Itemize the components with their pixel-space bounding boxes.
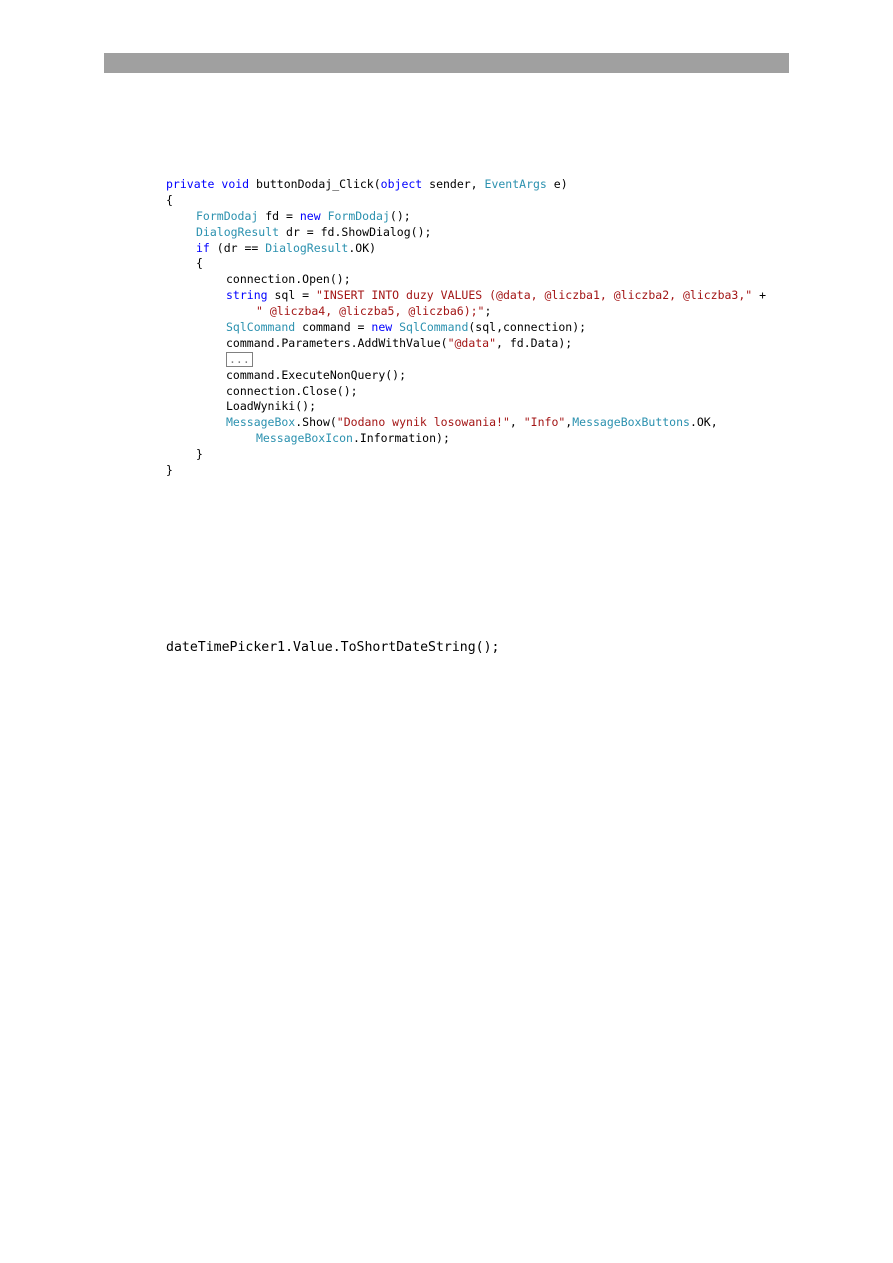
code-token: (dr == <box>209 240 266 255</box>
code-token: SqlCommand <box>226 320 296 335</box>
code-token: } <box>196 447 203 462</box>
code-token: sql = <box>267 288 317 303</box>
code-token: connection.Close(); <box>226 383 358 398</box>
code-line: " @liczba4, @liczba5, @liczba6);"; <box>166 304 766 320</box>
code-token: FormDodaj <box>320 208 390 223</box>
code-line: FormDodaj fd = new FormDodaj(); <box>166 209 766 225</box>
code-token: e) <box>546 177 568 191</box>
code-line: ... <box>166 351 766 368</box>
code-token: fd = <box>258 208 300 223</box>
code-token: command.Parameters.AddWithValue( <box>226 335 448 350</box>
code-token: + <box>752 288 767 303</box>
code-snippet: dateTimePicker1.Value.ToShortDateString(… <box>166 640 500 655</box>
code-token: DialogResult <box>196 224 280 239</box>
code-line: MessageBoxIcon.Information); <box>166 431 766 447</box>
code-line: SqlCommand command = new SqlCommand(sql,… <box>166 320 766 336</box>
code-token: dr = fd.ShowDialog(); <box>279 224 432 239</box>
code-token: void <box>221 177 250 191</box>
code-token: .Show( <box>295 415 337 430</box>
code-token: "@data" <box>447 335 497 350</box>
code-line: { <box>166 256 766 272</box>
code-token: (sql,connection); <box>468 320 587 335</box>
code-token: DialogResult <box>265 240 349 255</box>
code-token: .OK, <box>689 415 718 430</box>
code-line: } <box>166 463 766 479</box>
code-token: " @liczba4, @liczba5, @liczba6);" <box>256 304 485 319</box>
page-header-bar <box>104 53 789 73</box>
code-line: command.ExecuteNonQuery(); <box>166 368 766 384</box>
code-token: new <box>371 320 393 335</box>
code-token: connection.Open(); <box>226 272 351 287</box>
code-token: { <box>166 192 173 207</box>
code-token: , fd.Data); <box>496 335 573 350</box>
code-token: { <box>196 256 203 271</box>
code-listing: private void buttonDodaj_Click(object se… <box>166 177 766 479</box>
code-line: private void buttonDodaj_Click(object se… <box>166 177 766 193</box>
code-token: command.ExecuteNonQuery(); <box>226 367 407 382</box>
code-token: .OK) <box>348 240 377 255</box>
code-token: MessageBox <box>226 415 296 430</box>
code-token: new <box>299 208 321 223</box>
code-token: buttonDodaj_Click( <box>249 177 381 191</box>
code-line: command.Parameters.AddWithValue("@data",… <box>166 336 766 352</box>
code-token: } <box>166 463 173 478</box>
code-line: { <box>166 193 766 209</box>
code-line: DialogResult dr = fd.ShowDialog(); <box>166 225 766 241</box>
code-token: ; <box>484 304 492 319</box>
code-token: .Information); <box>352 431 450 446</box>
code-token: MessageBoxButtons <box>572 415 690 430</box>
code-token: private <box>166 177 215 191</box>
code-line: connection.Open(); <box>166 272 766 288</box>
code-line: if (dr == DialogResult.OK) <box>166 241 766 257</box>
code-token: string <box>226 288 268 303</box>
code-line: LoadWyniki(); <box>166 399 766 415</box>
code-line: MessageBox.Show("Dodano wynik losowania!… <box>166 415 766 431</box>
code-line: string sql = "INSERT INTO duzy VALUES (@… <box>166 288 766 304</box>
code-token: sender, <box>422 177 485 191</box>
code-token: EventArgs <box>484 177 547 191</box>
code-token: , <box>509 415 524 430</box>
code-line: connection.Close(); <box>166 384 766 400</box>
code-line: } <box>166 447 766 463</box>
code-token: LoadWyniki(); <box>226 399 317 414</box>
code-token: FormDodaj <box>196 208 259 223</box>
code-token: "INSERT INTO duzy VALUES (@data, @liczba… <box>316 288 753 303</box>
code-token: command = <box>295 320 372 335</box>
code-token: object <box>380 177 423 191</box>
code-token: if <box>196 240 210 255</box>
code-token: "Info" <box>523 415 566 430</box>
collapsed-region-button[interactable]: ... <box>226 351 253 367</box>
code-token: SqlCommand <box>392 320 469 335</box>
code-token: MessageBoxIcon <box>256 431 353 446</box>
code-token: "Dodano wynik losowania!" <box>336 415 510 430</box>
code-token: (); <box>389 208 411 223</box>
